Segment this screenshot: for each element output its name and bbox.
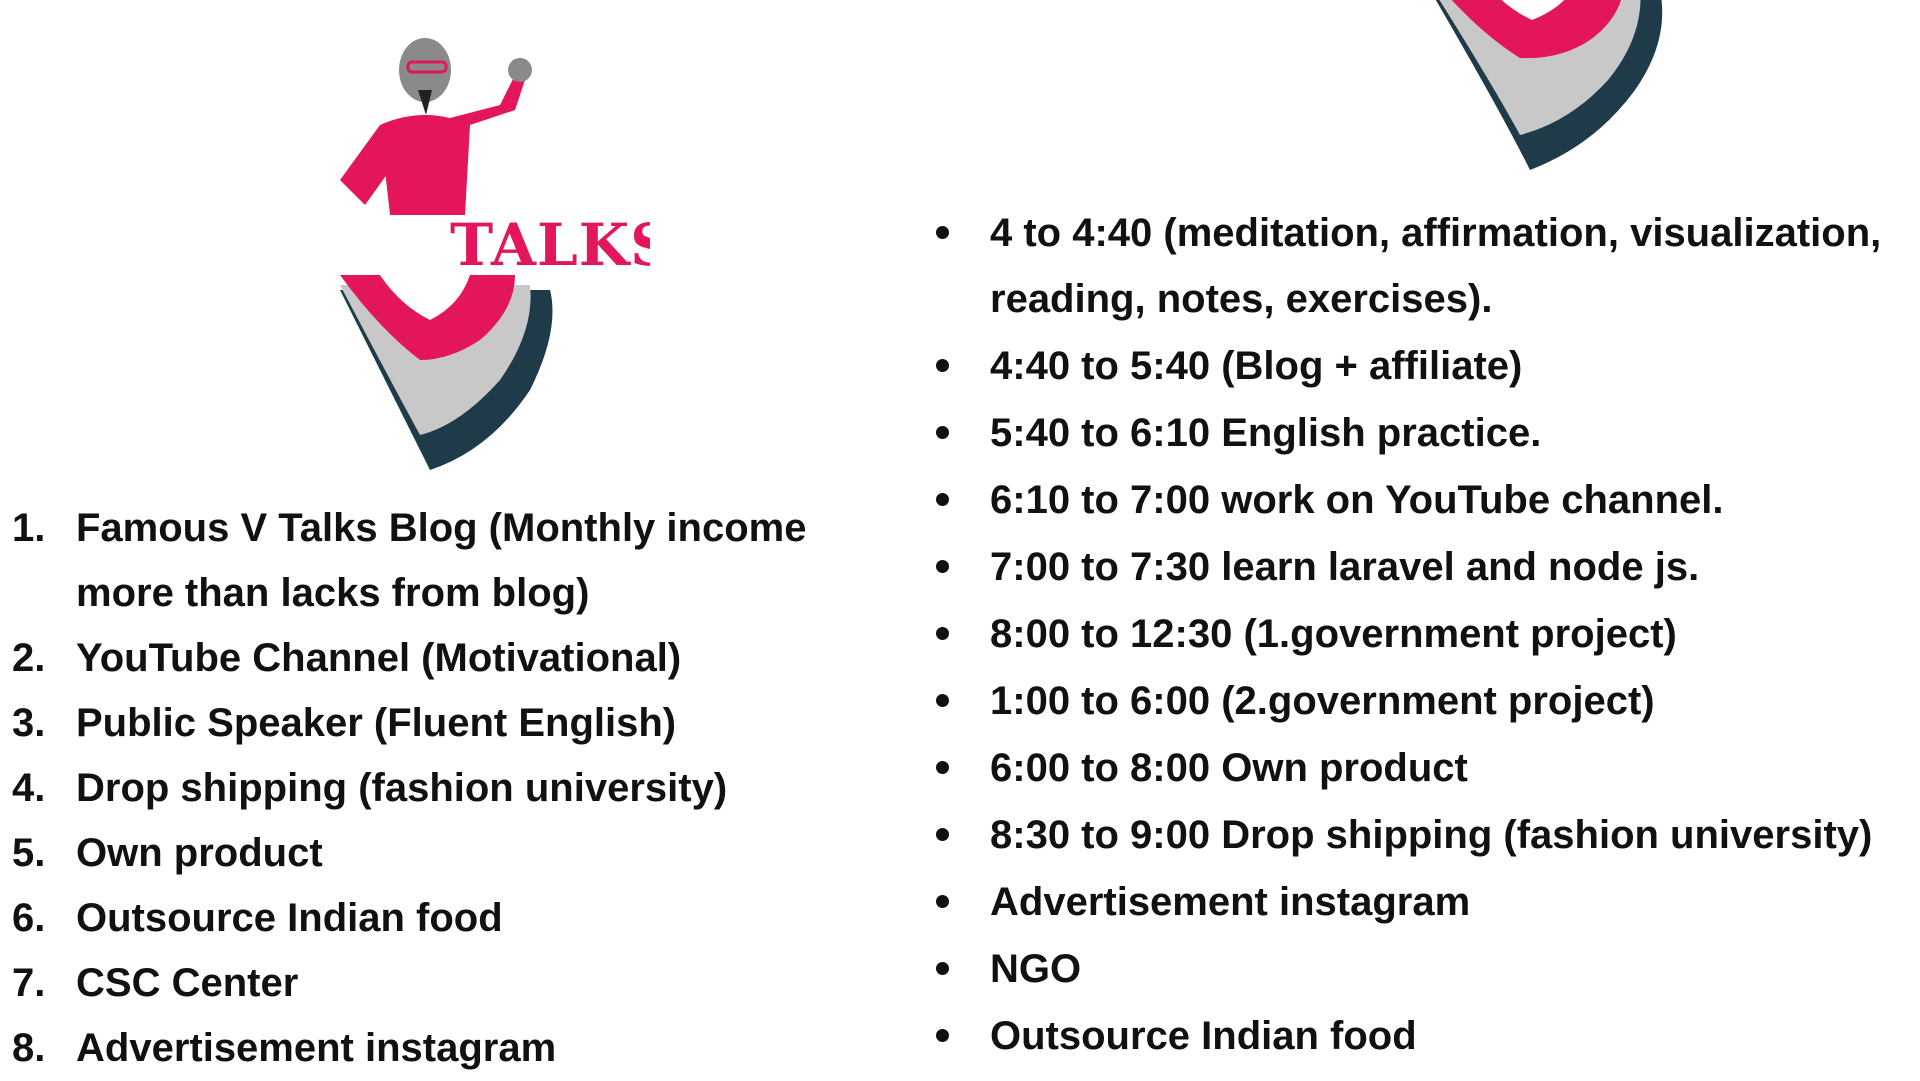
- list-number: 3.: [12, 701, 46, 745]
- genie-beard: [418, 90, 432, 115]
- schedule-item: NGO: [930, 936, 1920, 1002]
- list-item: 5. Own product: [12, 821, 912, 886]
- list-item: 3. Public Speaker (Fluent English): [12, 691, 912, 756]
- list-text: Advertisement instagram: [76, 1026, 557, 1070]
- list-text: YouTube Channel (Motivational): [76, 636, 682, 680]
- list-item: 8. Advertisement instagram: [12, 1016, 912, 1081]
- bullet-icon: [930, 869, 990, 935]
- bullet-icon: [930, 400, 990, 466]
- list-item: 1. Famous V Talks Blog (Monthly income mo…: [12, 496, 912, 626]
- list-text: Outsource Indian food: [76, 896, 503, 940]
- schedule-text: 4 to 4:40 (meditation, affirmation, visu…: [990, 211, 1882, 321]
- goals-list: 1. Famous V Talks Blog (Monthly income mo…: [12, 496, 912, 1081]
- list-text: Famous V Talks Blog (Monthly income more…: [76, 506, 807, 615]
- list-text: Own product: [76, 831, 323, 875]
- bullet-icon: [930, 802, 990, 868]
- genie-hand: [508, 58, 532, 82]
- schedule-text: 5:40 to 6:10 English practice.: [990, 411, 1542, 455]
- list-item: 7. CSC Center: [12, 951, 912, 1016]
- list-number: 2.: [12, 636, 46, 680]
- list-text: Public Speaker (Fluent English): [76, 701, 677, 745]
- schedule-item: 8:30 to 9:00 Drop shipping (fashion univ…: [930, 802, 1920, 868]
- schedule-text: 4:40 to 5:40 (Blog + affiliate): [990, 344, 1523, 388]
- schedule-item: 4:40 to 5:40 (Blog + affiliate): [930, 333, 1920, 399]
- list-number: 8.: [12, 1026, 46, 1070]
- bullet-icon: [930, 200, 990, 332]
- list-number: 4.: [12, 766, 46, 810]
- bullet-icon: [930, 735, 990, 801]
- bullet-icon: [930, 1003, 990, 1069]
- schedule-text: 1:00 to 6:00 (2.government project): [990, 679, 1655, 723]
- schedule-item: 6:00 to 8:00 Own product: [930, 735, 1920, 801]
- list-text: Drop shipping (fashion university): [76, 766, 728, 810]
- list-number: 7.: [12, 961, 46, 1005]
- schedule-item: 8:00 to 12:30 (1.government project): [930, 601, 1920, 667]
- genie-left-arm: [340, 125, 390, 205]
- schedule-item: 7:00 to 7:30 learn laravel and node js.: [930, 534, 1920, 600]
- list-item: 4. Drop shipping (fashion university): [12, 756, 912, 821]
- bullet-icon: [930, 333, 990, 399]
- schedule-text: Outsource Indian food: [990, 1014, 1417, 1058]
- list-text: CSC Center: [76, 961, 299, 1005]
- schedule-text: NGO: [990, 947, 1082, 991]
- vtalks-logo-partial: [1420, 0, 1680, 170]
- schedule-item: 5:40 to 6:10 English practice.: [930, 400, 1920, 466]
- genie-body: [380, 115, 470, 215]
- bullet-icon: [930, 936, 990, 1002]
- schedule-text: 6:00 to 8:00 Own product: [990, 746, 1468, 790]
- schedule-text: 6:10 to 7:00 work on YouTube channel.: [990, 478, 1724, 522]
- list-number: 5.: [12, 831, 46, 875]
- schedule-text: 7:00 to 7:30 learn laravel and node js.: [990, 545, 1700, 589]
- schedule-list: 4 to 4:40 (meditation, affirmation, visu…: [930, 200, 1920, 1070]
- schedule-item: Advertisement instagram: [930, 869, 1920, 935]
- list-number: 6.: [12, 896, 46, 940]
- list-number: 1.: [12, 506, 46, 550]
- schedule-item: 4 to 4:40 (meditation, affirmation, visu…: [930, 200, 1920, 332]
- schedule-text: 8:30 to 9:00 Drop shipping (fashion univ…: [990, 813, 1873, 857]
- bullet-icon: [930, 601, 990, 667]
- schedule-item: 6:10 to 7:00 work on YouTube channel.: [930, 467, 1920, 533]
- bullet-icon: [930, 467, 990, 533]
- schedule-item: 1:00 to 6:00 (2.government project): [930, 668, 1920, 734]
- vtalks-logo: TALKS: [320, 30, 672, 470]
- list-item: 2. YouTube Channel (Motivational): [12, 626, 912, 691]
- schedule-text: 8:00 to 12:30 (1.government project): [990, 612, 1677, 656]
- list-item: 6. Outsource Indian food: [12, 886, 912, 951]
- schedule-item: Outsource Indian food: [930, 1003, 1920, 1069]
- schedule-text: Advertisement instagram: [990, 880, 1471, 924]
- bullet-icon: [930, 668, 990, 734]
- bullet-icon: [930, 534, 990, 600]
- logo-text: TALKS: [450, 211, 650, 279]
